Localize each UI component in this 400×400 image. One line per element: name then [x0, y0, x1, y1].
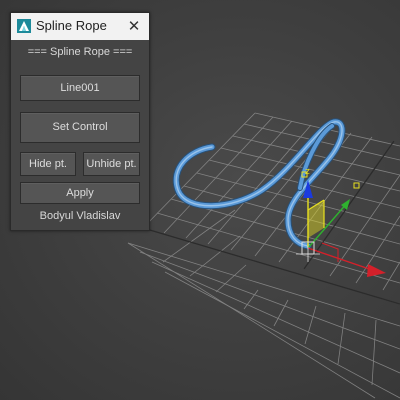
- unhide-points-button[interactable]: Unhide pt.: [83, 152, 140, 176]
- x-axis-arrow[interactable]: [367, 264, 386, 277]
- z-axis-label: z: [305, 167, 310, 177]
- apply-button[interactable]: Apply: [20, 182, 140, 204]
- pick-spline-button[interactable]: Line001: [20, 75, 140, 101]
- 3ds-max-icon: [17, 19, 31, 33]
- construction-grid: [127, 112, 400, 399]
- dialog-titlebar[interactable]: Spline Rope ✕: [11, 13, 149, 40]
- author-credit: Bodyul Vladislav: [39, 210, 121, 222]
- panel-header-label: === Spline Rope ===: [27, 46, 133, 58]
- hide-points-button[interactable]: Hide pt.: [20, 152, 76, 176]
- set-control-button[interactable]: Set Control: [20, 112, 140, 143]
- spline-rope-dialog: Spline Rope ✕ === Spline Rope === Line00…: [10, 12, 150, 231]
- close-button[interactable]: ✕: [125, 16, 143, 36]
- dialog-title: Spline Rope: [36, 18, 107, 33]
